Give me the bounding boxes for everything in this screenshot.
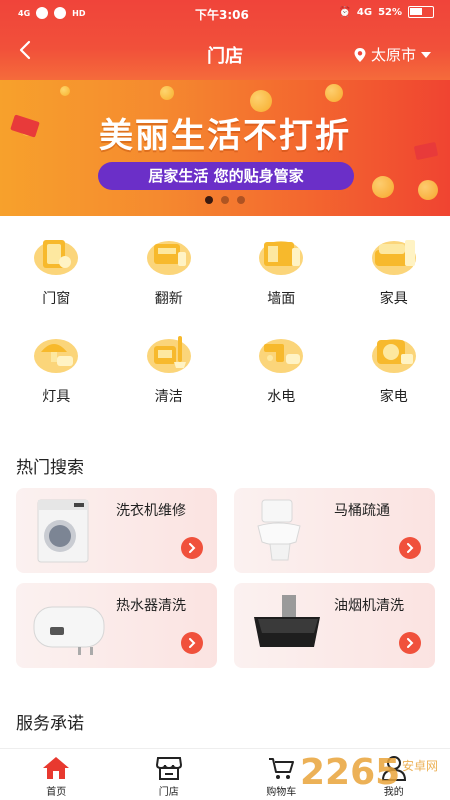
category-plumbing-electric[interactable]: 水电 <box>225 330 338 406</box>
navbar: 门店 太原市 <box>0 30 450 76</box>
water-heater-image <box>33 606 105 655</box>
pagination-dot[interactable] <box>237 196 245 204</box>
category-lamp[interactable]: 灯具 <box>0 330 113 406</box>
status-left: 4G HD <box>18 7 85 19</box>
notification-icon <box>36 7 49 19</box>
banner-subtitle-pill: 居家生活 您的贴身管家 <box>98 162 354 190</box>
arrow-right-icon[interactable] <box>399 537 421 559</box>
category-renovation[interactable]: 翻新 <box>113 232 226 308</box>
tab-label: 门店 <box>158 787 179 798</box>
coin-decoration <box>325 84 343 102</box>
service-title: 服务承诺 <box>16 714 84 734</box>
status-bar: 4G HD 下午3:06 ⏰ 4G 52% <box>0 0 450 26</box>
promo-banner[interactable]: 美丽生活不打折 居家生活 您的贴身管家 <box>0 80 450 216</box>
site-watermark-logo: 2265 安卓网 <box>300 752 438 793</box>
category-label: 灯具 <box>42 389 71 405</box>
hot-search-grid: 洗衣机维修 马桶疏通 热水器清洗 油烟机清洗 <box>16 488 435 668</box>
furniture-icon <box>371 240 416 275</box>
lamp-icon <box>34 339 79 373</box>
city-selector[interactable]: 太原市 <box>353 44 432 65</box>
hot-item-range-hood[interactable]: 油烟机清洗 <box>234 583 435 668</box>
category-label: 家电 <box>379 389 408 405</box>
toilet-image <box>257 499 301 561</box>
renovation-icon <box>146 241 191 275</box>
svg-text:安卓网: 安卓网 <box>402 758 438 773</box>
cleaning-icon <box>146 336 191 373</box>
category-label: 翻新 <box>154 291 183 307</box>
signal-label: 4G <box>356 6 373 18</box>
pagination-dot[interactable] <box>205 196 213 204</box>
tab-home[interactable]: 首页 <box>0 749 113 800</box>
alarm-icon: ⏰ <box>338 6 351 18</box>
coin-decoration <box>60 86 70 96</box>
arrow-right-icon[interactable] <box>181 632 203 654</box>
door-window-icon <box>34 240 79 275</box>
city-name: 太原市 <box>370 46 416 64</box>
svg-text:2265: 2265 <box>300 752 400 793</box>
hot-item-water-heater[interactable]: 热水器清洗 <box>16 583 217 668</box>
home-icon <box>43 757 70 779</box>
wall-icon <box>259 241 304 275</box>
tab-label: 首页 <box>46 787 67 798</box>
status-right: ⏰ 4G 52% <box>338 6 434 18</box>
status-time: 下午3:06 <box>195 8 249 22</box>
coin-decoration <box>160 86 174 100</box>
washing-machine-image <box>37 499 89 563</box>
category-cleaning[interactable]: 清洁 <box>113 330 226 406</box>
hot-item-label: 洗衣机维修 <box>116 503 186 519</box>
battery-icon <box>408 6 434 18</box>
cart-icon <box>269 758 295 779</box>
hot-item-toilet[interactable]: 马桶疏通 <box>234 488 435 573</box>
category-label: 水电 <box>267 389 296 405</box>
hot-item-washing-machine[interactable]: 洗衣机维修 <box>16 488 217 573</box>
category-label: 家具 <box>379 291 408 307</box>
network-chip: 4G <box>18 8 31 18</box>
category-label: 墙面 <box>267 291 296 307</box>
pagination-dot[interactable] <box>221 196 229 204</box>
category-furniture[interactable]: 家具 <box>338 232 450 308</box>
range-hood-image <box>254 595 320 647</box>
hot-item-label: 热水器清洗 <box>116 598 186 614</box>
tab-store[interactable]: 门店 <box>113 749 226 800</box>
arrow-right-icon[interactable] <box>399 632 421 654</box>
arrow-right-icon[interactable] <box>181 537 203 559</box>
appliance-icon <box>371 339 416 373</box>
category-wall[interactable]: 墙面 <box>225 232 338 308</box>
banner-pagination <box>0 196 450 204</box>
category-appliance[interactable]: 家电 <box>338 330 450 406</box>
location-pin-icon <box>354 47 366 62</box>
tab-label: 购物车 <box>266 787 297 798</box>
app-notification-icon <box>54 7 67 19</box>
hd-chip: HD <box>72 8 86 18</box>
category-door-window[interactable]: 门窗 <box>0 232 113 308</box>
hot-search-title: 热门搜索 <box>16 458 84 478</box>
category-grid: 门窗 翻新 墙面 家具 灯具 清洁 水电 家电 <box>0 232 450 406</box>
banner-headline: 美丽生活不打折 <box>99 116 351 156</box>
hot-item-label: 马桶疏通 <box>334 503 390 519</box>
dropdown-caret-icon <box>421 51 431 58</box>
coin-decoration <box>372 176 394 198</box>
store-icon <box>155 757 182 780</box>
plumbing-electric-icon <box>259 339 304 373</box>
category-label: 清洁 <box>154 389 183 405</box>
category-label: 门窗 <box>42 291 71 307</box>
battery-percent: 52% <box>378 6 402 18</box>
hot-item-label: 油烟机清洗 <box>334 598 404 614</box>
